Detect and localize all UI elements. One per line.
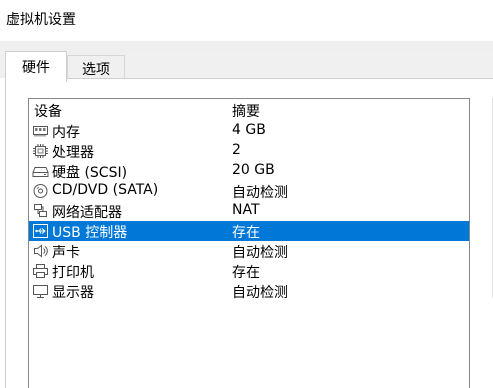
device-name: 声卡	[52, 245, 80, 261]
cd-dvd-icon	[32, 183, 49, 199]
device-row-network-adapter[interactable]: 网络适配器 NAT	[29, 201, 469, 221]
device-name: CD/DVD (SATA)	[52, 182, 159, 198]
device-row-cd-dvd[interactable]: CD/DVD (SATA) 自动检测	[29, 181, 469, 201]
device-name: 网络适配器	[52, 205, 122, 221]
device-summary: NAT	[232, 202, 260, 218]
memory-icon	[32, 123, 49, 139]
tab-options[interactable]: 选项	[67, 55, 125, 79]
device-name: 内存	[52, 125, 80, 141]
device-row-display[interactable]: 显示器 自动检测	[29, 281, 469, 301]
usb-icon	[32, 223, 49, 239]
device-summary: 20 GB	[232, 162, 275, 178]
device-row-printer[interactable]: 打印机 存在	[29, 261, 469, 281]
monitor-icon	[32, 283, 49, 299]
device-row-processor[interactable]: 处理器 2	[29, 141, 469, 161]
column-header-summary[interactable]: 摘要	[232, 101, 260, 121]
top-band	[0, 41, 493, 51]
column-header-device[interactable]: 设备	[34, 101, 62, 121]
device-summary: 存在	[232, 265, 260, 281]
device-name: USB 控制器	[52, 225, 128, 241]
device-summary: 自动检测	[232, 285, 288, 301]
network-adapter-icon	[32, 203, 49, 219]
device-name: 处理器	[52, 145, 94, 161]
device-row-sound-card[interactable]: 声卡 自动检测	[29, 241, 469, 261]
tab-hardware[interactable]: 硬件	[5, 51, 67, 82]
device-summary: 自动检测	[232, 245, 288, 261]
device-summary: 2	[232, 142, 241, 158]
device-name: 硬盘 (SCSI)	[52, 165, 128, 181]
speaker-icon	[32, 243, 49, 259]
device-summary: 存在	[232, 225, 260, 241]
device-row-memory[interactable]: 内存 4 GB	[29, 121, 469, 141]
hard-disk-icon	[32, 163, 49, 179]
printer-icon	[32, 263, 49, 279]
processor-icon	[32, 143, 49, 159]
device-row-hard-disk[interactable]: 硬盘 (SCSI) 20 GB	[29, 161, 469, 181]
device-summary: 4 GB	[232, 122, 266, 138]
list-header: 设备 摘要	[29, 99, 469, 120]
device-name: 打印机	[52, 265, 94, 281]
device-summary: 自动检测	[232, 185, 288, 201]
device-row-usb-controller[interactable]: USB 控制器 存在	[29, 221, 469, 241]
details-panel-edge	[471, 98, 493, 388]
device-list[interactable]: 设备 摘要 内存 4 GB 处理器 2 硬盘 (SCSI) 20 GB CD/D…	[28, 98, 470, 388]
window-title: 虚拟机设置	[6, 12, 76, 28]
device-name: 显示器	[52, 285, 94, 301]
